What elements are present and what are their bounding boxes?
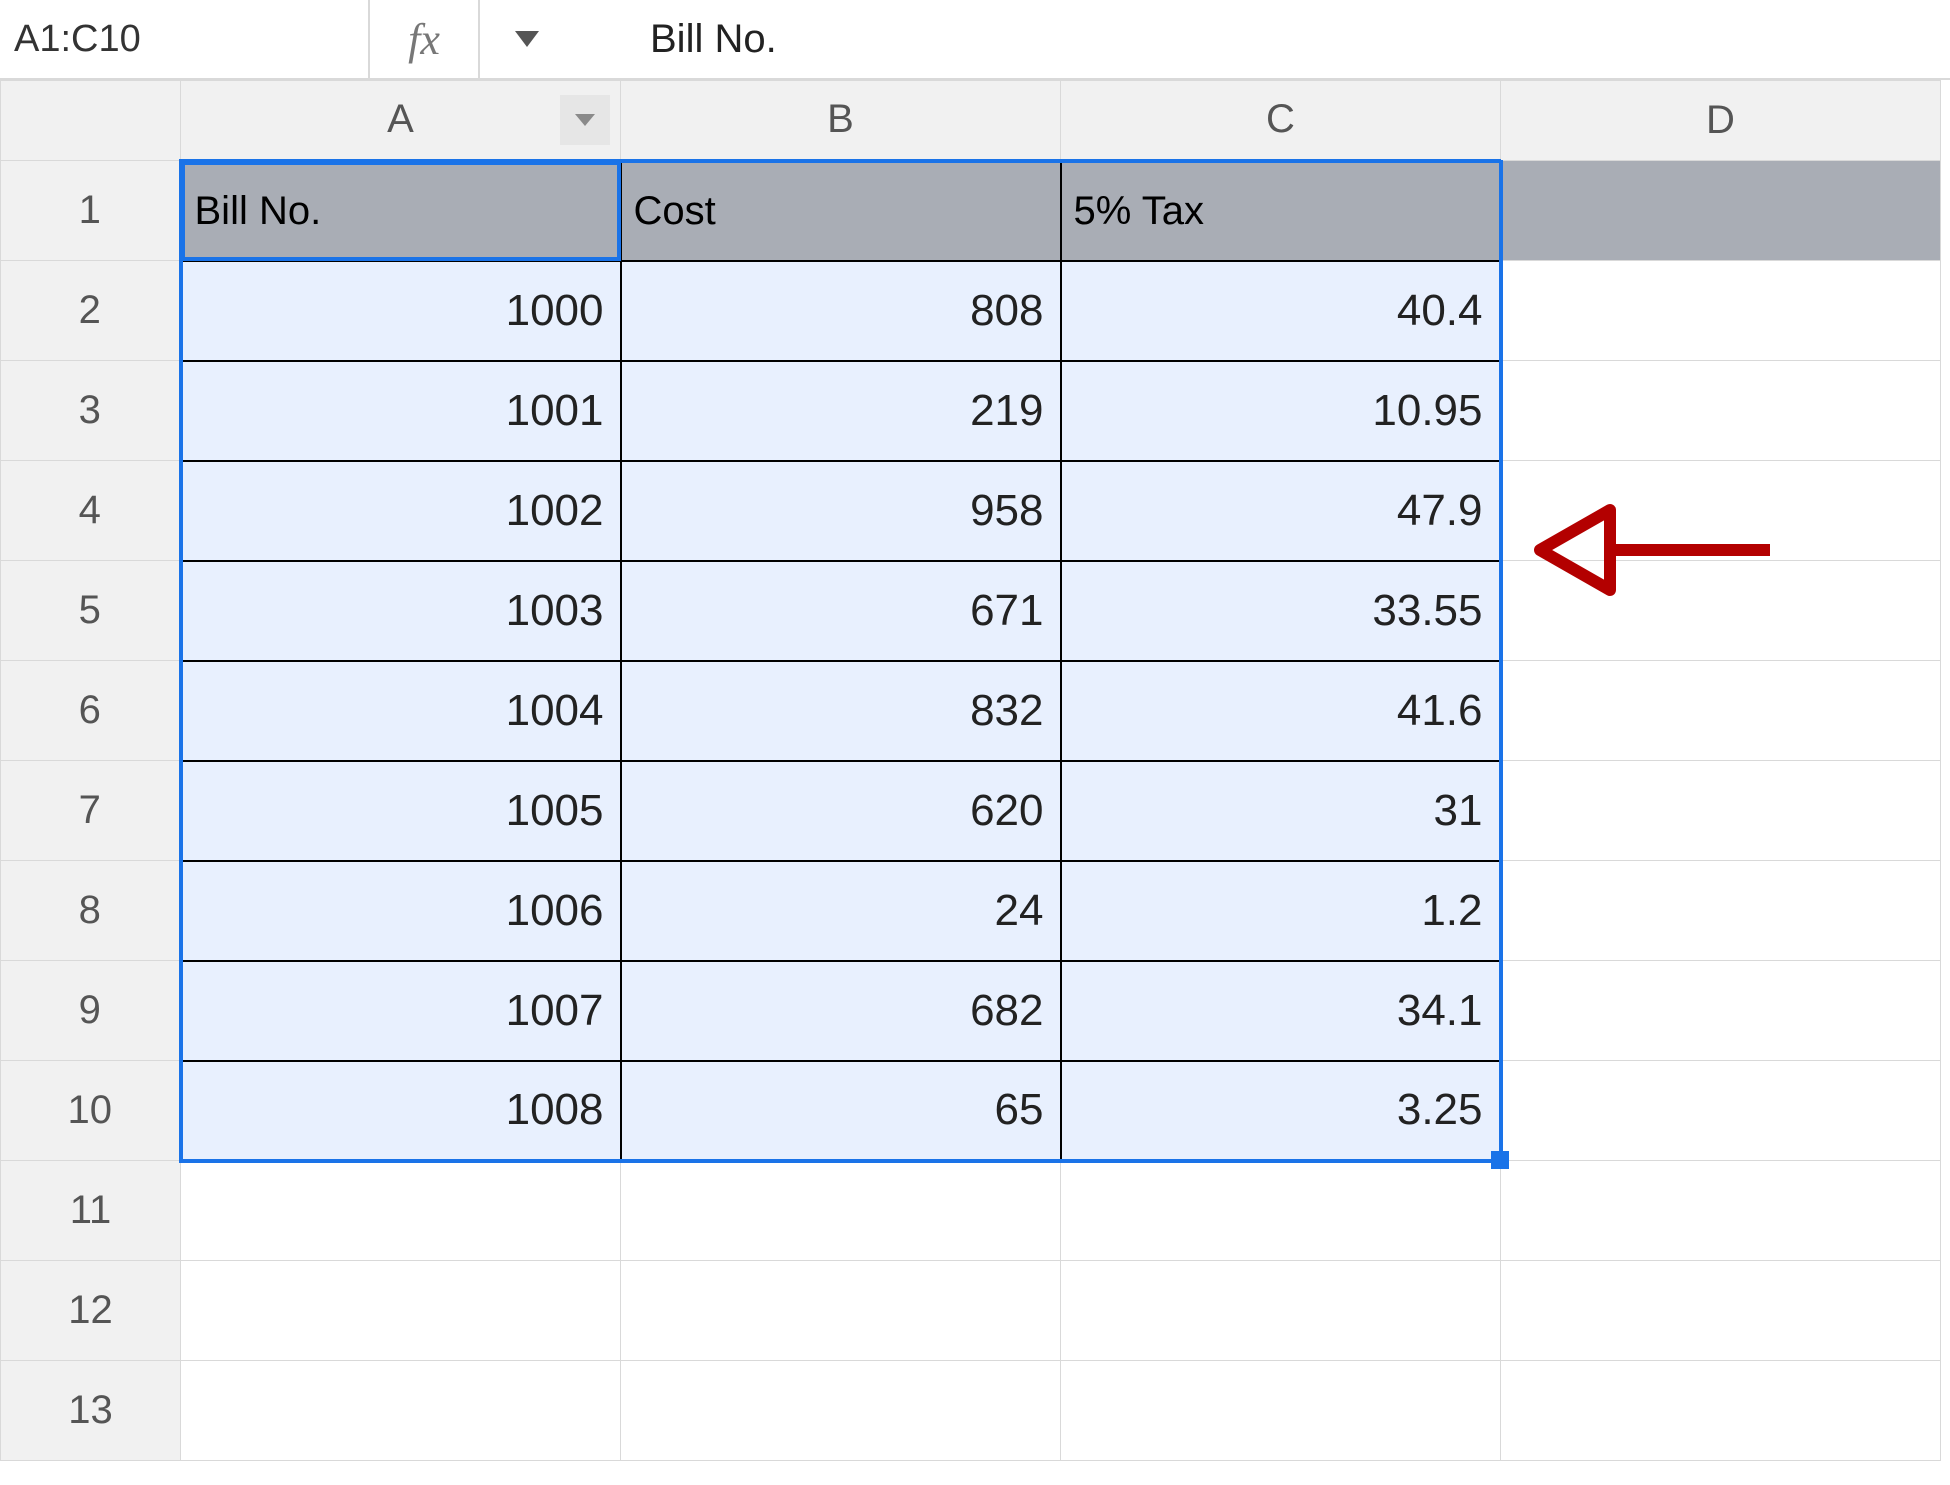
cell-B1[interactable]: Cost (621, 161, 1061, 261)
cell-D13[interactable] (1501, 1361, 1941, 1461)
cell-C13[interactable] (1061, 1361, 1501, 1461)
spreadsheet-grid[interactable]: A B C D 1 Bill No. Cost 5% Tax 2 1000 80… (0, 80, 1941, 1461)
row-header[interactable]: 12 (1, 1261, 181, 1361)
cell-D5[interactable] (1501, 561, 1941, 661)
cell-A12[interactable] (181, 1261, 621, 1361)
formula-input[interactable]: Bill No. (480, 0, 1950, 78)
cell-B10[interactable]: 65 (621, 1061, 1061, 1161)
filter-icon[interactable] (560, 95, 610, 145)
cell-B5[interactable]: 671 (621, 561, 1061, 661)
cell-D11[interactable] (1501, 1161, 1941, 1261)
row-header[interactable]: 7 (1, 761, 181, 861)
cell-A3[interactable]: 1001 (181, 361, 621, 461)
column-label: B (827, 97, 854, 141)
cell-D8[interactable] (1501, 861, 1941, 961)
cell-B8[interactable]: 24 (621, 861, 1061, 961)
column-label: C (1266, 97, 1295, 141)
cell-B4[interactable]: 958 (621, 461, 1061, 561)
cell-B7[interactable]: 620 (621, 761, 1061, 861)
fx-label: fx (370, 0, 480, 78)
cell-C11[interactable] (1061, 1161, 1501, 1261)
name-box[interactable] (0, 0, 370, 78)
cell-A2[interactable]: 1000 (181, 261, 621, 361)
cell-C9[interactable]: 34.1 (1061, 961, 1501, 1061)
cell-A13[interactable] (181, 1361, 621, 1461)
cell-A8[interactable]: 1006 (181, 861, 621, 961)
cell-B11[interactable] (621, 1161, 1061, 1261)
cell-C10[interactable]: 3.25 (1061, 1061, 1501, 1161)
cell-A7[interactable]: 1005 (181, 761, 621, 861)
row-header[interactable]: 9 (1, 961, 181, 1061)
cell-B12[interactable] (621, 1261, 1061, 1361)
cell-A6[interactable]: 1004 (181, 661, 621, 761)
column-header-B[interactable]: B (621, 81, 1061, 161)
cell-D3[interactable] (1501, 361, 1941, 461)
row-header[interactable]: 6 (1, 661, 181, 761)
cell-B13[interactable] (621, 1361, 1061, 1461)
column-header-C[interactable]: C (1061, 81, 1501, 161)
row-header[interactable]: 4 (1, 461, 181, 561)
cell-C1[interactable]: 5% Tax (1061, 161, 1501, 261)
cell-A11[interactable] (181, 1161, 621, 1261)
row-header[interactable]: 8 (1, 861, 181, 961)
row-header[interactable]: 11 (1, 1161, 181, 1261)
cell-A1[interactable]: Bill No. (181, 161, 621, 261)
cell-C8[interactable]: 1.2 (1061, 861, 1501, 961)
cell-D10[interactable] (1501, 1061, 1941, 1161)
row-header[interactable]: 3 (1, 361, 181, 461)
cell-A5[interactable]: 1003 (181, 561, 621, 661)
cell-D1[interactable] (1501, 161, 1941, 261)
cell-C5[interactable]: 33.55 (1061, 561, 1501, 661)
cell-B9[interactable]: 682 (621, 961, 1061, 1061)
cell-C12[interactable] (1061, 1261, 1501, 1361)
cell-D12[interactable] (1501, 1261, 1941, 1361)
cell-C3[interactable]: 10.95 (1061, 361, 1501, 461)
row-header[interactable]: 1 (1, 161, 181, 261)
cell-D7[interactable] (1501, 761, 1941, 861)
select-all-corner[interactable] (1, 81, 181, 161)
column-label: A (387, 97, 414, 141)
row-header[interactable]: 10 (1, 1061, 181, 1161)
column-label: D (1706, 98, 1735, 142)
chevron-down-icon (575, 114, 595, 126)
cell-D9[interactable] (1501, 961, 1941, 1061)
cell-C7[interactable]: 31 (1061, 761, 1501, 861)
cell-D2[interactable] (1501, 261, 1941, 361)
row-header[interactable]: 13 (1, 1361, 181, 1461)
cell-B3[interactable]: 219 (621, 361, 1061, 461)
column-header-D[interactable]: D (1501, 81, 1941, 161)
cell-B2[interactable]: 808 (621, 261, 1061, 361)
cell-B6[interactable]: 832 (621, 661, 1061, 761)
cell-value: 3.25 (1397, 1085, 1483, 1134)
row-header[interactable]: 5 (1, 561, 181, 661)
cell-C4[interactable]: 47.9 (1061, 461, 1501, 561)
formula-bar: fx Bill No. (0, 0, 1950, 80)
row-header[interactable]: 2 (1, 261, 181, 361)
column-header-A[interactable]: A (181, 81, 621, 161)
cell-D6[interactable] (1501, 661, 1941, 761)
cell-D4[interactable] (1501, 461, 1941, 561)
cell-A4[interactable]: 1002 (181, 461, 621, 561)
cell-A10[interactable]: 1008 (181, 1061, 621, 1161)
cell-A9[interactable]: 1007 (181, 961, 621, 1061)
cell-C2[interactable]: 40.4 (1061, 261, 1501, 361)
cell-C6[interactable]: 41.6 (1061, 661, 1501, 761)
selection-handle-icon[interactable] (1491, 1151, 1509, 1169)
